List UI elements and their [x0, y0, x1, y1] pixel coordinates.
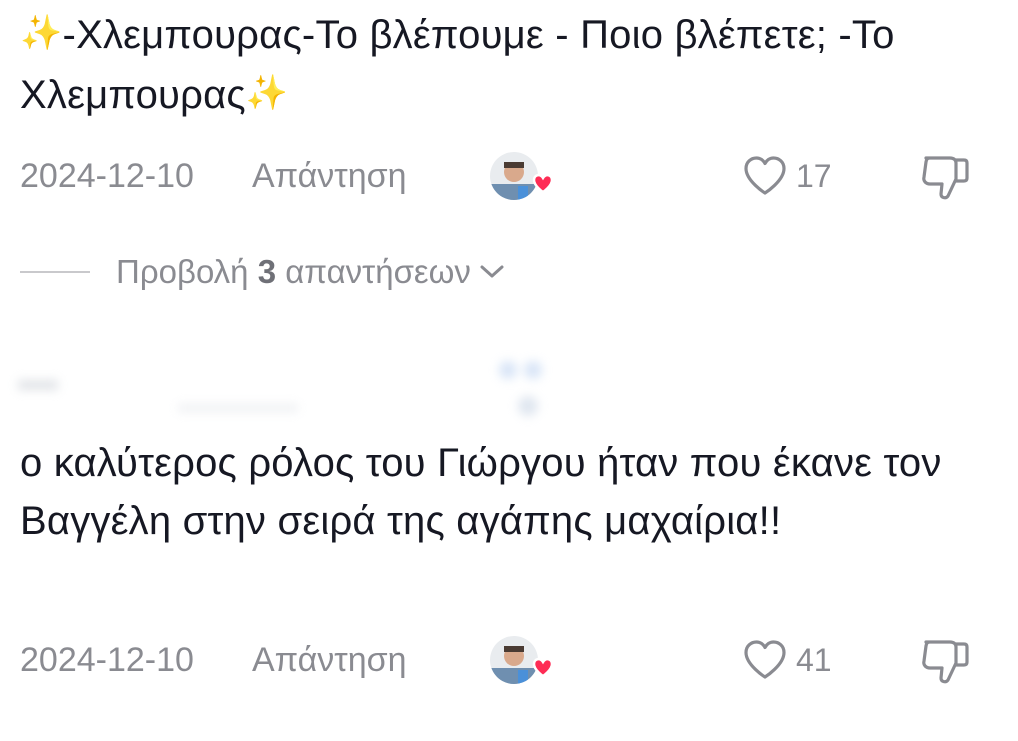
comment-1-like-button[interactable]: 17 — [742, 148, 832, 204]
comment-1-like-count: 17 — [796, 157, 832, 194]
view-replies-prefix: Προβολή — [116, 253, 249, 290]
sparkles-icon: ✨ — [20, 14, 63, 52]
comment-1-text: ✨-Χλεμπουρας-Το βλέπουμε - Ποιο βλέπετε;… — [20, 4, 978, 124]
obscured-username-row — [18, 350, 618, 420]
creator-liked-avatar — [490, 150, 564, 206]
comment-2-text: ο καλύτερος ρόλος του Γιώργου ήταν που έ… — [20, 434, 978, 550]
chevron-down-icon — [480, 265, 504, 278]
heart-outline-icon — [744, 640, 786, 679]
view-replies-count: 3 — [257, 253, 277, 290]
comment-1-body: -Χλεμπουρας-Το βλέπουμε - Ποιο βλέπετε; … — [20, 13, 895, 117]
comment-1-dislike-button[interactable] — [918, 152, 974, 202]
creator-liked-avatar — [490, 634, 564, 690]
comment-1-meta: 2024-12-10 Απάντηση 17 — [20, 148, 978, 204]
comment-1-date: 2024-12-10 — [20, 156, 194, 195]
replies-divider — [20, 271, 90, 273]
comment-2-like-count: 41 — [796, 641, 832, 678]
comment-2-date: 2024-12-10 — [20, 640, 194, 679]
comment-2-like-button[interactable]: 41 — [742, 632, 832, 688]
thumbs-down-icon — [922, 640, 969, 684]
view-replies-button[interactable]: Προβολή 3 απαντήσεων — [20, 246, 507, 298]
creator-avatar-icon — [490, 152, 554, 200]
heart-outline-icon — [744, 156, 786, 195]
sparkles-icon: ✨ — [245, 74, 289, 112]
blurred-placeholder — [18, 361, 542, 416]
comment-2-reply-button[interactable]: Απάντηση — [252, 641, 407, 680]
comment-2-dislike-button[interactable] — [918, 636, 974, 686]
thumbs-down-icon — [922, 156, 969, 200]
creator-avatar-icon — [490, 636, 554, 684]
view-replies-suffix: απαντήσεων — [285, 253, 471, 290]
comment-2-meta: 2024-12-10 Απάντηση 41 — [20, 632, 978, 688]
comment-1-reply-button[interactable]: Απάντηση — [252, 157, 407, 196]
comment-2-body: ο καλύτερος ρόλος του Γιώργου ήταν που έ… — [20, 441, 942, 543]
